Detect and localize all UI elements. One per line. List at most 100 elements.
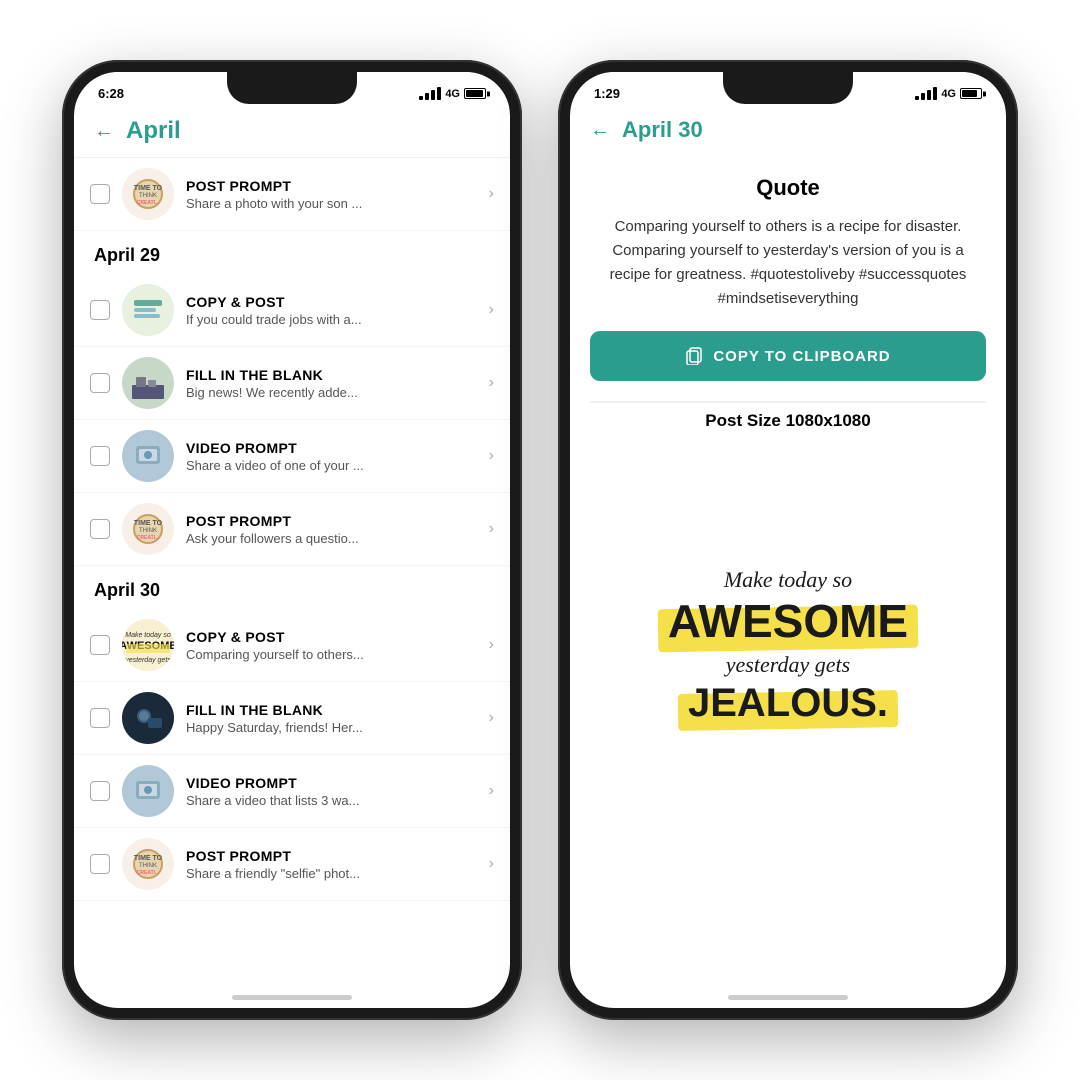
- phone-2-status-icons: 4G: [915, 87, 982, 100]
- svg-text:CREATI...: CREATI...: [137, 200, 160, 206]
- svg-text:THINK: THINK: [139, 863, 157, 869]
- phones-container: 6:28 4G ← April: [22, 20, 1058, 1060]
- battery-icon: [464, 88, 486, 99]
- section-header-april30: April 30: [74, 566, 510, 609]
- checkbox[interactable]: [90, 519, 110, 539]
- item-type: FILL IN THE BLANK: [186, 702, 477, 718]
- checkbox[interactable]: [90, 854, 110, 874]
- list-item[interactable]: COPY & POST If you could trade jobs with…: [74, 274, 510, 347]
- phone-1-status-icons: 4G: [419, 87, 486, 100]
- chevron-icon: ›: [489, 185, 494, 203]
- list-item[interactable]: VIDEO PROMPT Share a video of one of you…: [74, 420, 510, 493]
- svg-text:TIME TO: TIME TO: [134, 520, 163, 527]
- list-item[interactable]: TIME TOTHINKCREATI... POST PROMPT Ask yo…: [74, 493, 510, 566]
- post-size-label: Post Size 1080x1080: [590, 401, 986, 431]
- battery-icon-2: [960, 88, 982, 99]
- image-preview: Make today so AWESOME yesterday gets JEA…: [590, 447, 986, 843]
- chevron-icon: ›: [489, 855, 494, 873]
- awesome-wrapper: AWESOME: [668, 596, 908, 647]
- card-line4: JEALOUS.: [688, 681, 888, 725]
- card-line3: yesterday gets: [726, 650, 850, 681]
- jealous-wrapper: JEALOUS.: [688, 681, 888, 725]
- checkbox[interactable]: [90, 635, 110, 655]
- signal-icon: [419, 87, 441, 100]
- checkbox[interactable]: [90, 300, 110, 320]
- phone-2-screen: 1:29 4G ← April 30: [570, 72, 1006, 1008]
- phone-2-title: April 30: [622, 117, 703, 143]
- item-type: POST PROMPT: [186, 848, 477, 864]
- section-title: Quote: [590, 175, 986, 201]
- back-arrow-1[interactable]: ←: [94, 120, 114, 143]
- list-item[interactable]: TIME TOTHINKCREATI... POST PROMPT Share …: [74, 828, 510, 901]
- back-arrow-2[interactable]: ←: [590, 119, 610, 142]
- item-subtitle: Big news! We recently adde...: [186, 385, 477, 400]
- item-text: POST PROMPT Ask your followers a questio…: [186, 513, 477, 546]
- item-type: FILL IN THE BLANK: [186, 367, 477, 383]
- list-item[interactable]: FILL IN THE BLANK Big news! We recently …: [74, 347, 510, 420]
- phone-1-screen: 6:28 4G ← April: [74, 72, 510, 1008]
- copy-button[interactable]: COPY TO CLIPBOARD: [590, 331, 986, 381]
- item-thumbnail: Make today soAWESOMEyesterday gets: [122, 619, 174, 671]
- item-subtitle: Happy Saturday, friends! Her...: [186, 720, 477, 735]
- item-type: POST PROMPT: [186, 178, 477, 194]
- item-text: POST PROMPT Share a photo with your son …: [186, 178, 477, 211]
- copy-button-label: COPY TO CLIPBOARD: [713, 348, 890, 365]
- item-text: POST PROMPT Share a friendly "selfie" ph…: [186, 848, 477, 881]
- item-type: COPY & POST: [186, 629, 477, 645]
- chevron-icon: ›: [489, 520, 494, 538]
- svg-text:TIME TO: TIME TO: [134, 185, 163, 192]
- item-subtitle: Share a video that lists 3 wa...: [186, 793, 477, 808]
- card-line2: AWESOME: [668, 596, 908, 647]
- checkbox[interactable]: [90, 708, 110, 728]
- item-thumbnail: TIME TOTHINKCREATI...: [122, 168, 174, 220]
- item-subtitle: Share a photo with your son ...: [186, 196, 477, 211]
- clipboard-icon: [685, 347, 703, 365]
- home-indicator-1: [232, 995, 352, 1000]
- svg-text:CREATI...: CREATI...: [137, 870, 160, 876]
- card-line1: Make today so: [724, 565, 852, 596]
- detail-content: Quote Comparing yourself to others is a …: [570, 155, 1006, 987]
- checkbox[interactable]: [90, 184, 110, 204]
- quote-card: Make today so AWESOME yesterday gets JEA…: [590, 447, 986, 843]
- item-thumbnail: [122, 765, 174, 817]
- chevron-icon: ›: [489, 782, 494, 800]
- item-type: VIDEO PROMPT: [186, 775, 477, 791]
- item-thumbnail: TIME TOTHINKCREATI...: [122, 503, 174, 555]
- item-thumbnail: [122, 430, 174, 482]
- list-item[interactable]: FILL IN THE BLANK Happy Saturday, friend…: [74, 682, 510, 755]
- item-subtitle: Ask your followers a questio...: [186, 531, 477, 546]
- network-label: 4G: [445, 88, 460, 100]
- phone-2-header: ← April 30: [570, 107, 1006, 155]
- checkbox[interactable]: [90, 781, 110, 801]
- item-subtitle: Share a video of one of your ...: [186, 458, 477, 473]
- phone-1-time: 6:28: [98, 86, 124, 101]
- item-thumbnail: [122, 692, 174, 744]
- list-item[interactable]: VIDEO PROMPT Share a video that lists 3 …: [74, 755, 510, 828]
- phone-1-title: April: [126, 117, 181, 145]
- signal-icon-2: [915, 87, 937, 100]
- checkbox[interactable]: [90, 373, 110, 393]
- item-text: VIDEO PROMPT Share a video that lists 3 …: [186, 775, 477, 808]
- notch-1: [227, 72, 357, 104]
- item-text: VIDEO PROMPT Share a video of one of you…: [186, 440, 477, 473]
- svg-text:THINK: THINK: [139, 193, 157, 199]
- chevron-icon: ›: [489, 636, 494, 654]
- svg-text:CREATI...: CREATI...: [137, 535, 160, 541]
- chevron-icon: ›: [489, 374, 494, 392]
- list-item[interactable]: Make today soAWESOMEyesterday gets COPY …: [74, 609, 510, 682]
- list-item[interactable]: TIME TOTHINKCREATI... POST PROMPT Share …: [74, 158, 510, 231]
- svg-text:TIME TO: TIME TO: [134, 855, 163, 862]
- item-text: FILL IN THE BLANK Happy Saturday, friend…: [186, 702, 477, 735]
- item-subtitle: Share a friendly "selfie" phot...: [186, 866, 477, 881]
- phone-1: 6:28 4G ← April: [62, 60, 522, 1020]
- chevron-icon: ›: [489, 447, 494, 465]
- item-text: FILL IN THE BLANK Big news! We recently …: [186, 367, 477, 400]
- phone-2-time: 1:29: [594, 86, 620, 101]
- notch-2: [723, 72, 853, 104]
- checkbox[interactable]: [90, 446, 110, 466]
- list-content: TIME TOTHINKCREATI... POST PROMPT Share …: [74, 158, 510, 987]
- phone-1-status-bar: 6:28 4G: [74, 72, 510, 107]
- phone-2: 1:29 4G ← April 30: [558, 60, 1018, 1020]
- svg-text:yesterday gets: yesterday gets: [124, 657, 171, 664]
- phone-1-header: ← April: [74, 107, 510, 158]
